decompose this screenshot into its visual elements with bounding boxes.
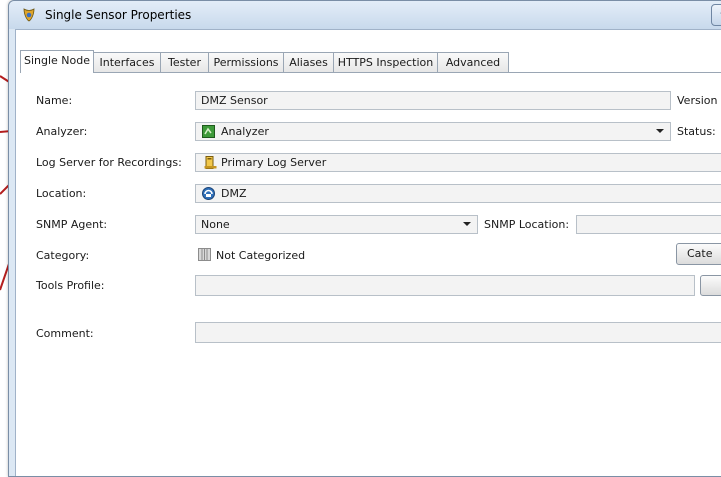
tab-interfaces[interactable]: Interfaces — [93, 52, 161, 72]
analyzer-icon — [202, 125, 215, 138]
location-label: Location: — [36, 187, 87, 200]
tools-profile-field[interactable] — [195, 275, 695, 296]
tab-aliases[interactable]: Aliases — [283, 52, 334, 72]
log-server-icon — [204, 156, 217, 169]
name-label: Name: — [36, 94, 73, 107]
tools-profile-button[interactable] — [700, 275, 721, 296]
analyzer-label: Analyzer: — [36, 125, 88, 138]
tab-single-node[interactable]: Single Node — [20, 50, 94, 73]
category-icon — [198, 248, 211, 261]
minimize-button[interactable]: - — [711, 4, 721, 26]
tab-permissions[interactable]: Permissions — [208, 52, 284, 72]
tab-divider — [20, 72, 721, 73]
analyzer-select[interactable]: Analyzer — [195, 122, 671, 141]
version-label: Version — [677, 94, 718, 107]
properties-window: Single Sensor Properties - Single Node I… — [8, 0, 721, 477]
title-bar[interactable]: Single Sensor Properties - — [9, 1, 721, 29]
category-button[interactable]: Cate — [676, 243, 721, 265]
location-select[interactable]: DMZ — [195, 184, 721, 203]
tab-tester[interactable]: Tester — [160, 52, 209, 72]
name-field[interactable]: DMZ Sensor — [195, 91, 671, 110]
comment-field[interactable] — [195, 322, 721, 343]
status-label: Status: — [677, 125, 716, 138]
sensor-properties-icon — [23, 8, 35, 22]
tab-advanced[interactable]: Advanced — [437, 52, 509, 72]
comment-label: Comment: — [36, 327, 94, 340]
location-icon — [202, 187, 215, 200]
tab-https-inspection[interactable]: HTTPS Inspection — [333, 52, 438, 72]
snmp-location-label: SNMP Location: — [484, 218, 570, 231]
snmp-agent-label: SNMP Agent: — [36, 218, 108, 231]
dialog-content: Single Node Interfaces Tester Permission… — [15, 29, 721, 476]
log-server-label: Log Server for Recordings: — [36, 156, 182, 169]
category-label: Category: — [36, 249, 90, 262]
snmp-agent-select[interactable]: None — [195, 215, 478, 234]
chevron-down-icon — [463, 222, 471, 226]
category-value: Not Categorized — [216, 249, 306, 262]
chevron-down-icon — [656, 129, 664, 133]
tools-profile-label: Tools Profile: — [36, 279, 105, 292]
log-server-select[interactable]: Primary Log Server — [195, 153, 721, 172]
snmp-location-field[interactable] — [576, 215, 721, 234]
window-title: Single Sensor Properties — [45, 8, 192, 22]
